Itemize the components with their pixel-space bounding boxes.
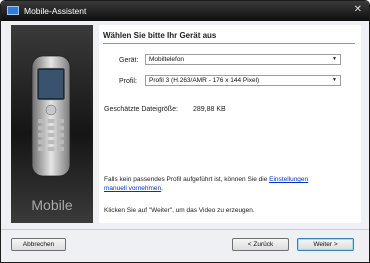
title-bar[interactable]: Mobile-Assistent ✕ (1, 1, 369, 21)
footer-divider (1, 229, 369, 230)
instruction-text: Klicken Sie auf "Weiter", um das Video z… (104, 207, 255, 214)
window-title: Mobile-Assistent (24, 6, 87, 16)
app-icon (7, 6, 19, 15)
page-heading: Wählen Sie bitte Ihr Gerät aus (103, 31, 217, 40)
profile-select[interactable]: Profil 3 (H.263/AMR - 176 x 144 Pixel) ▼ (145, 75, 341, 86)
info-text-end: . (161, 185, 163, 192)
sidebar-image-panel: Mobile (11, 25, 93, 223)
filesize-value: 289,88 KB (193, 106, 226, 113)
device-select[interactable]: Mobiltelefon ▼ (145, 54, 341, 65)
next-button[interactable]: Weiter > (297, 238, 354, 251)
mobile-phone-icon (31, 55, 71, 177)
wizard-window: Mobile-Assistent ✕ Mobile Wählen Sie bit… (0, 0, 370, 263)
chevron-down-icon: ▼ (332, 77, 337, 83)
info-text: Falls kein passendes Profil aufgeführt i… (104, 175, 326, 193)
chevron-down-icon: ▼ (332, 56, 337, 62)
info-text-start: Falls kein passendes Profil aufgeführt i… (104, 176, 270, 183)
cancel-button[interactable]: Abbrechen (11, 238, 66, 251)
sidebar-label: Mobile (31, 197, 73, 213)
device-label: Gerät: (119, 57, 139, 64)
back-button[interactable]: < Zurück (232, 238, 289, 251)
heading-divider (103, 43, 355, 44)
wizard-content: Wählen Sie bitte Ihr Gerät aus Gerät: Mo… (99, 25, 361, 223)
profile-label: Profil: (119, 78, 137, 85)
filesize-label: Geschätzte Dateigröße: (104, 106, 178, 113)
device-select-value: Mobiltelefon (149, 56, 185, 63)
profile-select-value: Profil 3 (H.263/AMR - 176 x 144 Pixel) (149, 77, 260, 84)
close-icon[interactable]: ✕ (354, 4, 362, 16)
